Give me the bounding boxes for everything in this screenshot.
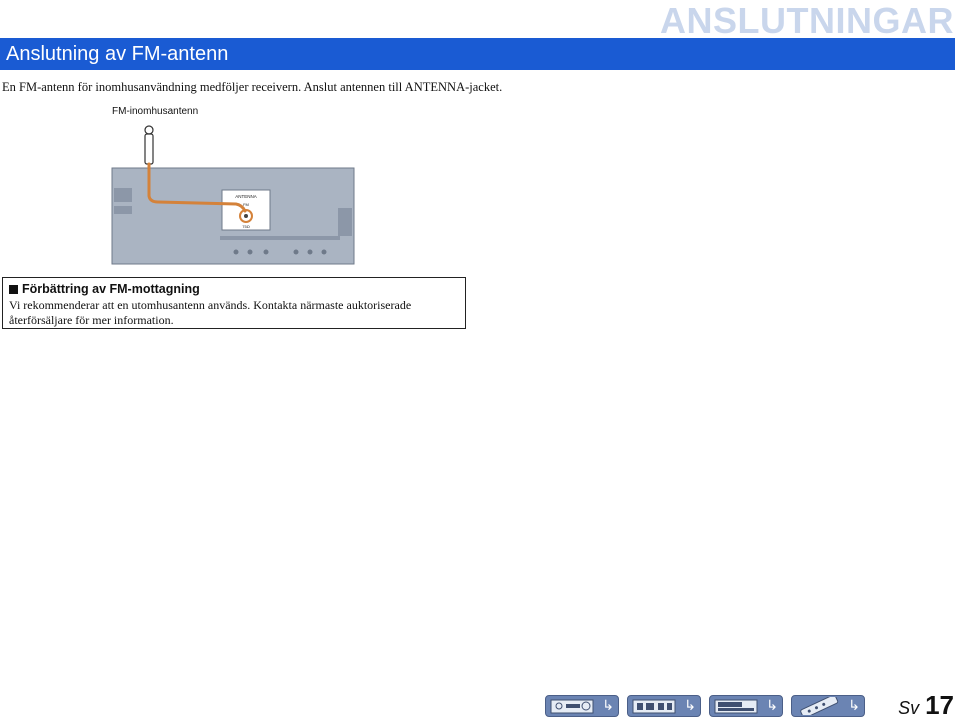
display-icon — [714, 699, 758, 714]
tip-heading: Förbättring av FM-mottagning — [22, 282, 200, 296]
antenna-diagram: ANTENNA FM 75Ω — [111, 125, 355, 265]
panel-label: ANTENNA — [235, 194, 257, 199]
antenna-plug-icon — [144, 125, 154, 165]
nav-arrow-icon: ↳ — [602, 698, 614, 714]
display-nav-button[interactable]: ↳ — [709, 695, 783, 717]
tip-box: Förbättring av FM-mottagning Vi rekommen… — [2, 277, 466, 329]
section-header: Anslutning av FM-antenn — [0, 38, 955, 70]
fm-label: FM — [243, 202, 249, 207]
rear-panel-icon — [632, 699, 676, 714]
page-language: Sv — [898, 698, 920, 718]
section-title: Anslutning av FM-antenn — [6, 43, 229, 65]
front-panel-nav-button[interactable]: ↳ — [545, 695, 619, 717]
front-panel-icon — [550, 699, 594, 714]
remote-nav-button[interactable]: ↳ — [791, 695, 865, 717]
square-bullet-icon — [9, 285, 18, 294]
antenna-label: FM-inomhusantenn — [112, 106, 199, 117]
rear-panel-nav-button[interactable]: ↳ — [627, 695, 701, 717]
chapter-title: ANSLUTNINGAR — [660, 0, 954, 41]
remote-icon — [800, 697, 839, 715]
tip-body: Vi rekommenderar att en utomhusantenn an… — [9, 298, 412, 327]
nav-arrow-icon: ↳ — [848, 698, 860, 714]
page-number-block: Sv 17 — [898, 690, 954, 721]
nav-arrow-icon: ↳ — [684, 698, 696, 714]
nav-arrow-icon: ↳ — [766, 698, 778, 714]
ohm-label: 75Ω — [242, 224, 249, 229]
page-number: 17 — [925, 690, 954, 720]
intro-text: En FM-antenn för inomhusanvändning medfö… — [2, 80, 503, 94]
